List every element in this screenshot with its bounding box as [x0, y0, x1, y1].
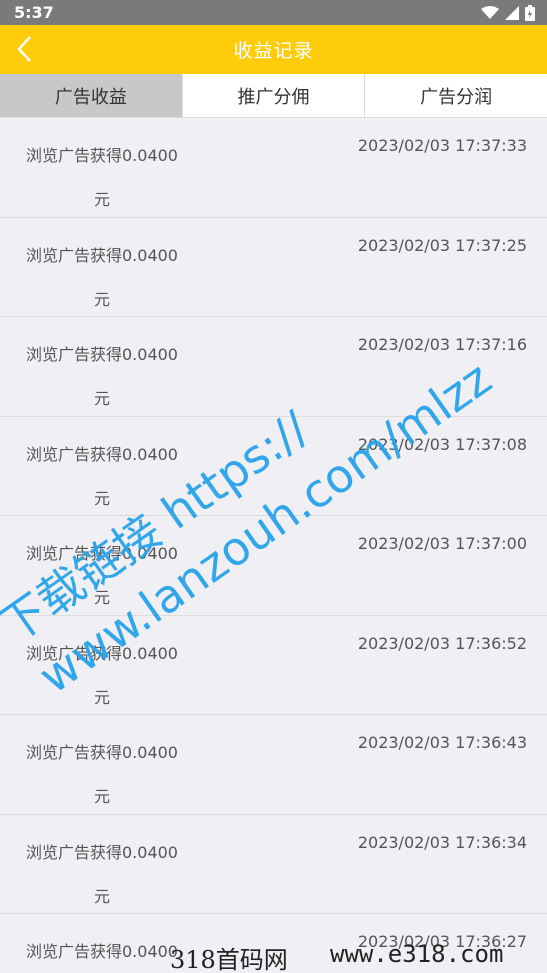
list-item: 浏览广告获得0.0400元 2023/02/03 17:36:43 — [0, 715, 547, 815]
list-item: 浏览广告获得0.0400元 2023/02/03 17:37:25 — [0, 217, 547, 317]
signal-icon — [505, 5, 519, 20]
status-icons — [481, 4, 535, 21]
record-desc: 浏览广告获得0.0400元 — [26, 544, 178, 607]
record-desc: 浏览广告获得0.0400元 — [26, 345, 178, 408]
record-time: 2023/02/03 17:36:34 — [357, 832, 527, 852]
record-desc: 浏览广告获得0.0400元 — [26, 444, 178, 508]
record-time: 2023/02/03 17:36:27 — [357, 932, 527, 951]
list-item: 浏览广告获得0.0400元 2023/02/03 17:37:16 — [0, 317, 547, 417]
record-desc: 浏览广告获得0.0400元 — [26, 146, 178, 209]
record-time: 2023/02/03 17:36:52 — [357, 633, 527, 653]
list-item: 浏览广告获得0.0400元 2023/02/03 17:37:08 — [0, 416, 547, 516]
record-desc: 浏览广告获得0.0400 — [26, 942, 178, 961]
status-bar: 5:37 — [0, 0, 547, 25]
page-title: 收益记录 — [233, 40, 314, 62]
record-time: 2023/02/03 17:37:25 — [357, 235, 527, 255]
tab-bar: 广告收益 推广分佣 广告分润 — [0, 74, 547, 118]
record-time: 2023/02/03 17:37:00 — [357, 534, 527, 553]
record-time: 2023/02/03 17:37:33 — [357, 136, 527, 155]
status-time: 5:37 — [14, 3, 54, 22]
tab-ad-income[interactable]: 广告收益 — [0, 74, 183, 117]
record-desc: 浏览广告获得0.0400元 — [26, 743, 178, 806]
chevron-left-icon — [17, 36, 31, 62]
list-item: 浏览广告获得0.0400元 2023/02/03 17:36:52 — [0, 615, 547, 715]
records-list[interactable]: 浏览广告获得0.0400元 2023/02/03 17:37:33 浏览广告获得0… — [0, 118, 547, 973]
wifi-icon — [481, 5, 499, 19]
record-desc: 浏览广告获得0.0400元 — [26, 842, 178, 906]
record-time: 2023/02/03 17:37:08 — [357, 434, 527, 454]
battery-icon — [525, 4, 535, 21]
tab-ad-revenue-share[interactable]: 广告分润 — [365, 74, 547, 117]
record-time: 2023/02/03 17:36:43 — [357, 733, 527, 752]
back-button[interactable] — [6, 31, 42, 67]
record-desc: 浏览广告获得0.0400元 — [26, 245, 178, 309]
list-item: 浏览广告获得0.0400元 2023/02/03 17:36:34 — [0, 814, 547, 914]
list-item: 浏览广告获得0.0400元 2023/02/03 17:37:00 — [0, 516, 547, 616]
record-desc: 浏览广告获得0.0400元 — [26, 643, 178, 707]
list-item: 浏览广告获得0.0400 2023/02/03 17:36:27 — [0, 914, 547, 973]
record-time: 2023/02/03 17:37:16 — [357, 335, 527, 354]
list-item: 浏览广告获得0.0400元 2023/02/03 17:37:33 — [0, 118, 547, 218]
tab-promotion-commission[interactable]: 推广分佣 — [183, 74, 366, 117]
app-bar: 收益记录 — [0, 25, 547, 74]
